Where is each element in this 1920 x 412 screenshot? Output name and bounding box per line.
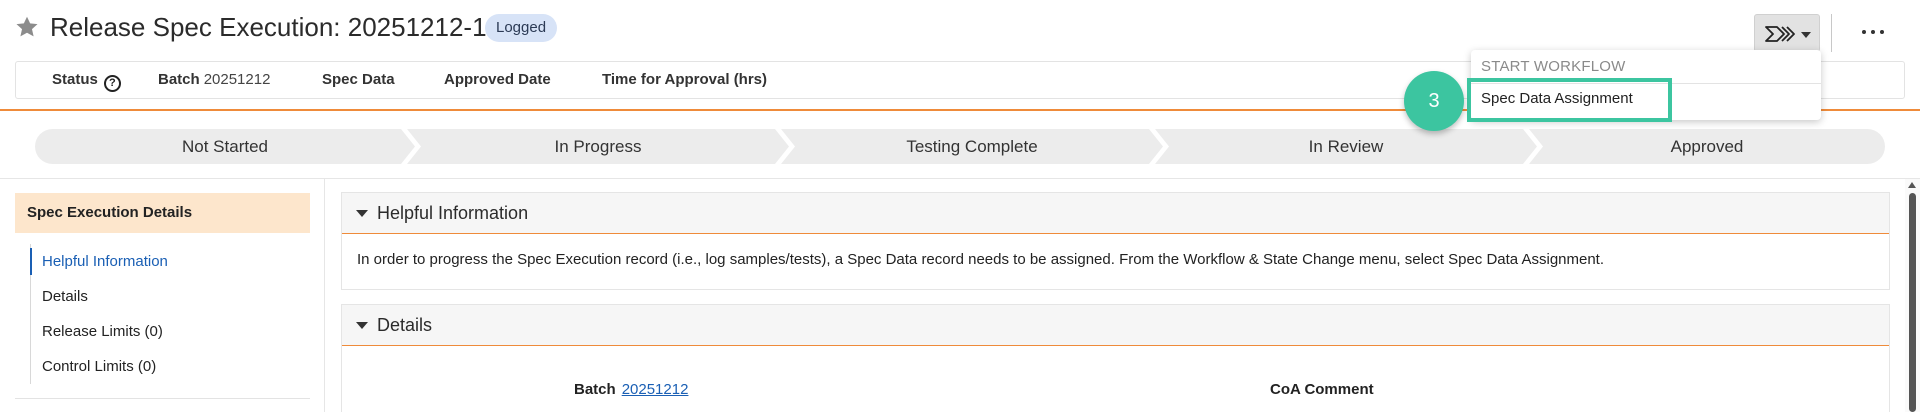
scrollbar-thumb[interactable] — [1909, 193, 1916, 412]
record-header: Release Spec Execution: 20251212-1 Logge… — [0, 0, 1920, 56]
status-badge: Logged — [485, 14, 558, 42]
details-batch-field: Batch 20251212 — [574, 381, 688, 398]
sidebar-divider — [15, 398, 310, 399]
dropdown-section-header: START WORKFLOW — [1481, 58, 1626, 75]
sidebar-title: Spec Execution Details — [15, 193, 310, 233]
sidebar: Spec Execution Details Helpful Informati… — [0, 179, 325, 412]
stage-not-started: Not Started — [35, 129, 415, 164]
chevron-down-icon — [1801, 32, 1811, 38]
more-horizontal-icon[interactable] — [1862, 22, 1886, 42]
workflow-chevrons-icon — [1765, 26, 1795, 42]
help-icon[interactable]: ? — [103, 75, 121, 92]
approved-date-label: Approved Date — [444, 71, 551, 88]
helpful-information-text: In order to progress the Spec Execution … — [357, 251, 1605, 268]
workflow-menu-button[interactable] — [1754, 14, 1820, 52]
lifecycle-stages: Not Started In Progress Testing Complete… — [35, 129, 1885, 164]
time-for-approval-label: Time for Approval (hrs) — [602, 71, 768, 88]
coa-comment-label: CoA Comment — [1270, 381, 1374, 398]
star-icon[interactable] — [14, 14, 40, 40]
sidebar-item-release-limits[interactable]: Release Limits (0) — [31, 314, 310, 349]
batch-value: 20251212 — [203, 71, 271, 88]
sidebar-nav: Helpful Information Details Release Limi… — [30, 244, 310, 384]
section-title: Helpful Information — [377, 203, 529, 223]
helpful-information-section: Helpful Information In order to progress… — [341, 192, 1890, 290]
caret-down-icon — [356, 322, 368, 329]
sidebar-item-details[interactable]: Details — [31, 279, 310, 314]
summary-batch: Batch 20251212 — [158, 62, 270, 98]
batch-field-label: Batch — [574, 381, 616, 398]
status-label: Status — [52, 71, 98, 88]
summary-time-for-approval: Time for Approval (hrs) — [602, 62, 767, 98]
batch-link[interactable]: 20251212 — [622, 381, 689, 398]
stage-in-progress: In Progress — [407, 129, 789, 164]
summary-spec-data: Spec Data — [322, 62, 395, 98]
details-section: Details Batch 20251212 CoA Comment — [341, 304, 1890, 412]
page-title: Release Spec Execution: 20251212-1 — [50, 12, 487, 42]
details-coa-comment-field: CoA Comment — [1270, 381, 1374, 398]
caret-down-icon — [356, 210, 368, 217]
batch-label: Batch — [158, 71, 200, 88]
page-scrollbar[interactable] — [1905, 179, 1920, 412]
stage-approved: Approved — [1529, 129, 1885, 164]
spec-data-label: Spec Data — [322, 71, 395, 88]
sidebar-item-helpful-information[interactable]: Helpful Information — [30, 244, 310, 279]
helpful-information-header[interactable]: Helpful Information — [342, 193, 1889, 234]
stage-testing-complete: Testing Complete — [781, 129, 1163, 164]
stage-in-review: In Review — [1155, 129, 1537, 164]
step-marker: 3 — [1404, 71, 1464, 131]
scroll-up-arrow-icon[interactable] — [1908, 182, 1916, 188]
section-title: Details — [377, 315, 433, 335]
summary-status: Status? — [52, 62, 121, 98]
header-divider — [1831, 14, 1832, 52]
sidebar-item-control-limits[interactable]: Control Limits (0) — [31, 349, 310, 384]
highlight-box — [1467, 78, 1672, 122]
details-header[interactable]: Details — [342, 305, 1889, 346]
summary-approved-date: Approved Date — [444, 62, 551, 98]
